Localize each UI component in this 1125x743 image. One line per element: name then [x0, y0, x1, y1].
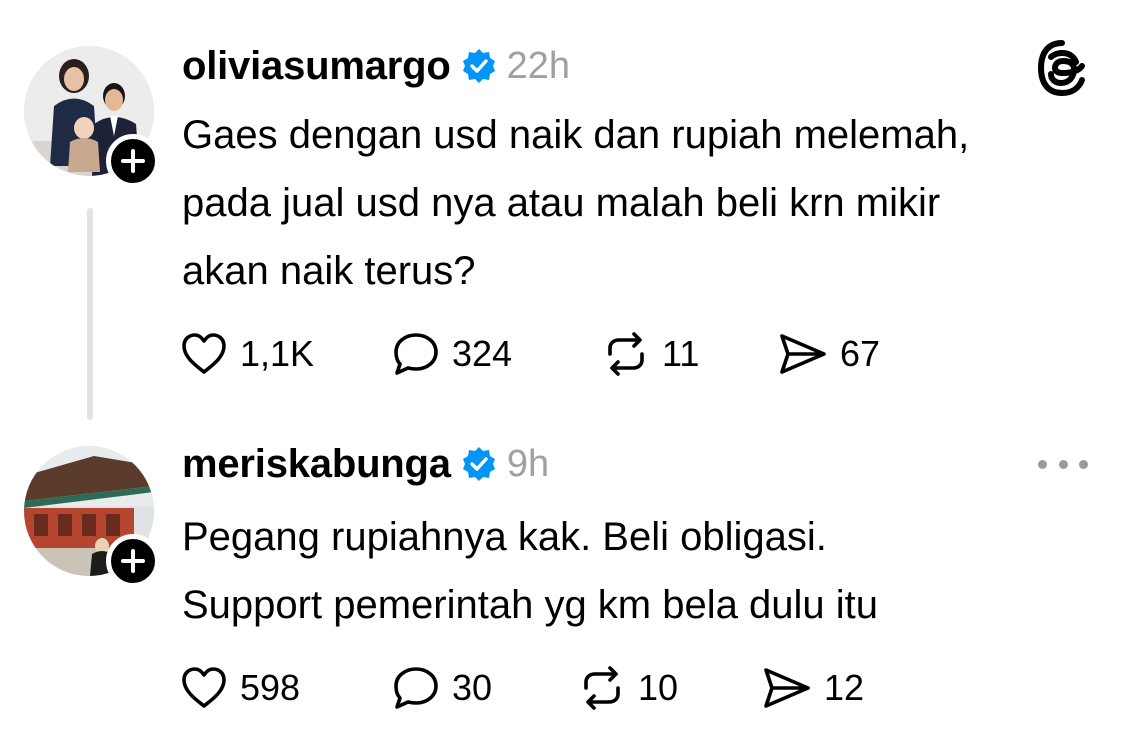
post-text: Pegang rupiahnya kak. Beli obligasi. Sup…: [182, 503, 1102, 639]
send-icon: [764, 668, 810, 708]
post-header: oliviasumargo 22h: [182, 44, 570, 88]
more-horizontal-icon: [1079, 459, 1088, 469]
username[interactable]: oliviasumargo: [182, 44, 451, 89]
like-count: 598: [240, 667, 301, 708]
heart-icon: [182, 333, 226, 374]
post-header: meriskabunga 9h: [182, 442, 549, 486]
reply-count: 324: [452, 333, 513, 374]
post-text-line: akan naik terus?: [182, 249, 476, 293]
post-text-line: Pegang rupiahnya kak. Beli obligasi.: [182, 515, 827, 559]
share-count: 67: [840, 333, 881, 374]
reply-count: 30: [452, 667, 493, 708]
plus-icon: [121, 149, 145, 173]
repost-button[interactable]: 11: [602, 326, 699, 382]
repost-icon: [584, 666, 620, 710]
follow-button[interactable]: [106, 134, 160, 188]
reply-button[interactable]: 324: [392, 326, 512, 382]
share-count: 12: [824, 667, 865, 708]
threads-logo-icon[interactable]: [1036, 40, 1088, 97]
repost-count: 11: [662, 333, 700, 374]
timestamp: 22h: [506, 44, 570, 87]
follow-button[interactable]: [106, 534, 160, 588]
like-button[interactable]: 1,1K: [180, 326, 314, 382]
thread-line: [87, 208, 93, 420]
repost-count: 10: [638, 667, 679, 708]
comment-bubble-icon: [394, 333, 438, 375]
post-text-line: Support pemerintah yg km bela dulu itu: [182, 583, 878, 627]
reply-button[interactable]: 30: [392, 660, 492, 716]
like-button[interactable]: 598: [180, 660, 300, 716]
more-options-button[interactable]: [1038, 454, 1088, 474]
post-text: Gaes dengan usd naik dan rupiah melemah,…: [182, 101, 1102, 305]
repost-icon: [608, 332, 644, 376]
username[interactable]: meriskabunga: [182, 442, 451, 487]
repost-button[interactable]: 10: [578, 660, 678, 716]
verified-badge-icon: [462, 49, 495, 83]
timestamp: 9h: [506, 442, 550, 485]
post-text-line: Gaes dengan usd naik dan rupiah melemah,: [182, 113, 970, 157]
more-horizontal-icon: [1058, 459, 1068, 469]
post-text-line: pada jual usd nya atau malah beli krn mi…: [182, 181, 941, 225]
send-icon: [780, 334, 826, 374]
plus-icon: [121, 549, 145, 573]
comment-bubble-icon: [394, 667, 438, 709]
share-button[interactable]: 67: [778, 326, 880, 382]
share-button[interactable]: 12: [762, 660, 864, 716]
heart-icon: [182, 667, 226, 708]
verified-badge-icon: [462, 447, 495, 481]
like-count: 1,1K: [240, 333, 315, 374]
more-horizontal-icon: [1038, 459, 1047, 469]
